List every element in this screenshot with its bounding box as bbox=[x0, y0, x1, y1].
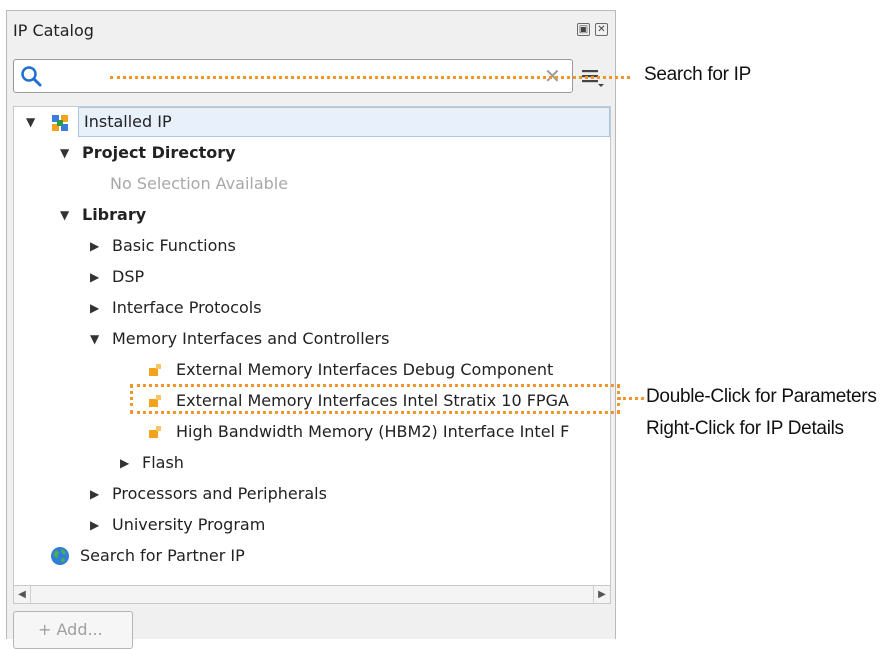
tree-item-partner-ip[interactable]: Search for Partner IP bbox=[14, 541, 610, 571]
tree-item-emif-debug[interactable]: External Memory Interfaces Debug Compone… bbox=[14, 355, 610, 385]
chevron-down-icon[interactable]: ▼ bbox=[90, 324, 99, 354]
tree-label: Flash bbox=[142, 453, 184, 472]
tree-label: High Bandwidth Memory (HBM2) Interface I… bbox=[176, 422, 570, 441]
search-callout-line bbox=[110, 76, 630, 79]
tree-item-interface-protocols[interactable]: ▶ Interface Protocols bbox=[14, 293, 610, 323]
chevron-down-icon[interactable]: ▼ bbox=[60, 200, 69, 230]
tree-item-memory-interfaces[interactable]: ▼ Memory Interfaces and Controllers bbox=[14, 324, 610, 354]
ip-component-icon bbox=[149, 364, 161, 376]
double-click-callout-text: Double-Click for Parameters bbox=[646, 386, 877, 407]
chevron-right-icon[interactable]: ▶ bbox=[90, 231, 99, 261]
params-callout-line bbox=[618, 397, 644, 400]
tree-label: Project Directory bbox=[82, 143, 236, 162]
tree-item-dsp[interactable]: ▶ DSP bbox=[14, 262, 610, 292]
ip-tree: ▼ Installed IP ▼ Project Directory No Se… bbox=[13, 106, 611, 586]
tree-item-processors[interactable]: ▶ Processors and Peripherals bbox=[14, 479, 610, 509]
horizontal-scrollbar[interactable]: ◀ ▶ bbox=[13, 586, 611, 604]
tree-item-hbm2[interactable]: High Bandwidth Memory (HBM2) Interface I… bbox=[14, 417, 610, 447]
chevron-right-icon[interactable]: ▶ bbox=[90, 293, 99, 323]
restore-icon[interactable]: ▣ bbox=[577, 23, 590, 36]
tree-label: External Memory Interfaces Debug Compone… bbox=[176, 360, 554, 379]
tree-label: No Selection Available bbox=[110, 174, 289, 193]
chevron-right-icon[interactable]: ▶ bbox=[90, 510, 99, 540]
tree-label: Processors and Peripherals bbox=[112, 484, 327, 503]
scroll-left-icon[interactable]: ◀ bbox=[14, 586, 31, 603]
tree-label: Library bbox=[82, 205, 147, 224]
tree-label: Memory Interfaces and Controllers bbox=[112, 329, 390, 348]
tree-item-library[interactable]: ▼ Library bbox=[14, 200, 610, 230]
chevron-down-icon[interactable]: ▼ bbox=[26, 107, 35, 137]
tree-item-project-directory[interactable]: ▼ Project Directory bbox=[14, 138, 610, 168]
chevron-right-icon[interactable]: ▶ bbox=[90, 262, 99, 292]
chevron-right-icon[interactable]: ▶ bbox=[120, 448, 129, 478]
panel-title: IP Catalog bbox=[13, 21, 94, 40]
tree-label: Interface Protocols bbox=[112, 298, 262, 317]
tree-label: Basic Functions bbox=[112, 236, 236, 255]
tree-item-university[interactable]: ▶ University Program bbox=[14, 510, 610, 540]
close-icon[interactable]: ✕ bbox=[595, 23, 608, 36]
tree-label: Installed IP bbox=[84, 112, 172, 131]
tree-item-basic-functions[interactable]: ▶ Basic Functions bbox=[14, 231, 610, 261]
ip-component-icon bbox=[149, 426, 161, 438]
chevron-down-icon[interactable]: ▼ bbox=[60, 138, 69, 168]
add-button[interactable]: + Add... bbox=[13, 611, 133, 649]
search-icon bbox=[21, 66, 42, 87]
panel-titlebar: IP Catalog ▣ ✕ bbox=[7, 11, 615, 51]
globe-icon bbox=[51, 547, 69, 565]
tree-item-flash[interactable]: ▶ Flash bbox=[14, 448, 610, 478]
stratix-highlight-box bbox=[130, 384, 620, 414]
chevron-right-icon[interactable]: ▶ bbox=[90, 479, 99, 509]
right-click-callout-text: Right-Click for IP Details bbox=[646, 418, 844, 439]
tree-label: University Program bbox=[112, 515, 266, 534]
tree-item-installed-ip[interactable]: ▼ Installed IP bbox=[14, 107, 610, 137]
scroll-right-icon[interactable]: ▶ bbox=[593, 586, 610, 603]
ip-catalog-panel: IP Catalog ▣ ✕ ✕ ▼ Installed IP ▼ Projec… bbox=[6, 10, 616, 649]
tree-label: DSP bbox=[112, 267, 145, 286]
installed-ip-icon bbox=[52, 115, 68, 131]
tree-label: Search for Partner IP bbox=[80, 546, 245, 565]
tree-item-no-selection: No Selection Available bbox=[14, 169, 610, 199]
search-callout-text: Search for IP bbox=[644, 64, 751, 85]
